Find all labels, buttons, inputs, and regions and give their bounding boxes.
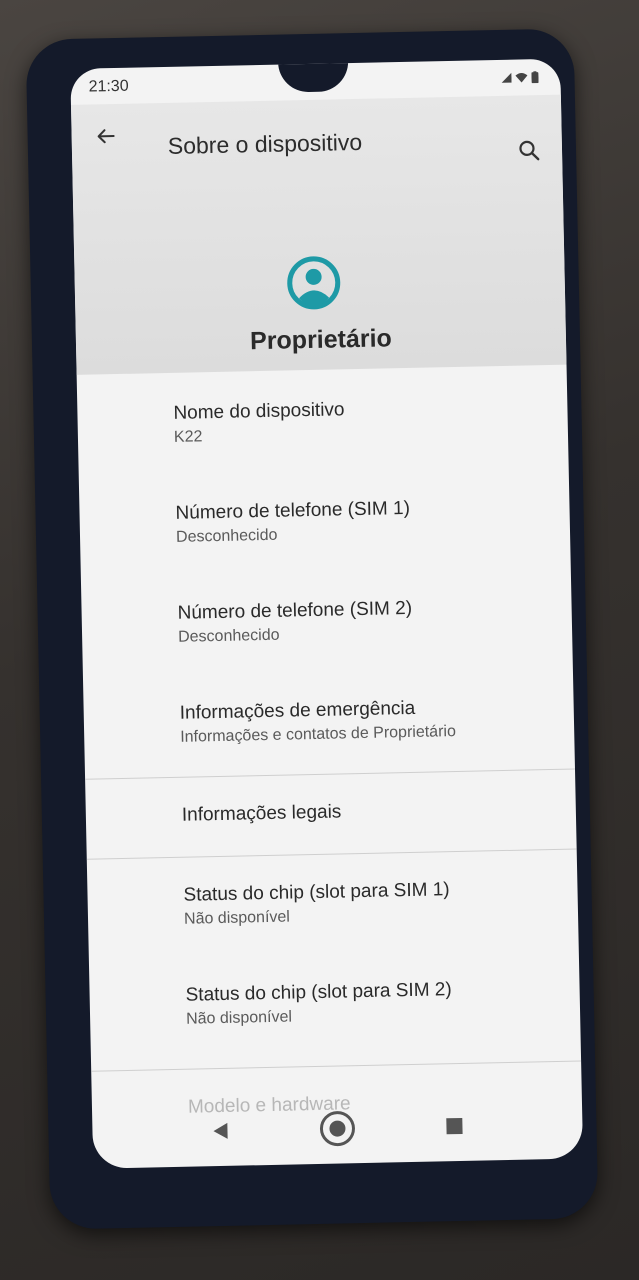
divider (85, 768, 576, 780)
item-title: Informações de emergência (179, 697, 416, 724)
circle-home-icon[interactable] (317, 1108, 358, 1149)
arrow-left-icon (97, 129, 115, 144)
owner-label: Proprietário (249, 324, 393, 356)
item-title: Status do chip (slot para SIM 1) (183, 879, 450, 906)
status-time: 21:30 (88, 77, 129, 96)
account-circle-icon[interactable] (286, 255, 341, 310)
square-recent-icon[interactable] (443, 1115, 465, 1137)
search-icon (519, 140, 540, 161)
wifi-icon (515, 72, 528, 83)
triangle-back-icon[interactable] (209, 1120, 231, 1142)
list-item-emergency-info[interactable]: Informações de emergência Informações e … (180, 695, 565, 747)
item-title: Status do chip (slot para SIM 2) (185, 979, 452, 1006)
list-item-phone-sim2[interactable]: Número de telefone (SIM 2) Desconhecido (177, 595, 562, 647)
item-subtitle: Desconhecido (177, 626, 280, 646)
item-subtitle: K22 (173, 428, 203, 446)
search-button[interactable] (514, 135, 545, 166)
item-title: Nome do dispositivo (173, 399, 345, 424)
signal-icon (501, 72, 512, 83)
phone-body: 21:30 Sobre o dispositivo Proprietário N… (25, 28, 599, 1230)
status-icons (501, 71, 539, 84)
item-title: Número de telefone (SIM 2) (177, 597, 413, 624)
page-header: Sobre o dispositivo Proprietário (70, 94, 567, 375)
page-title: Sobre o dispositivo (167, 128, 363, 159)
item-subtitle: Desconhecido (175, 526, 278, 546)
list-item-sim2-status[interactable]: Status do chip (slot para SIM 2) Não dis… (185, 977, 570, 1029)
list-item-phone-sim1[interactable]: Número de telefone (SIM 1) Desconhecido (175, 495, 560, 547)
list-item-legal-info[interactable]: Informações legais (182, 797, 566, 827)
item-subtitle: Não disponível (185, 1008, 293, 1028)
item-title: Informações legais (181, 801, 342, 826)
item-title: Número de telefone (SIM 1) (175, 497, 411, 524)
list-item-sim1-status[interactable]: Status do chip (slot para SIM 1) Não dis… (183, 877, 568, 929)
navigation-bar (92, 1088, 583, 1168)
battery-icon (531, 71, 539, 84)
divider (91, 1060, 582, 1072)
list-item-device-name[interactable]: Nome do dispositivo K22 (173, 395, 558, 447)
item-subtitle: Informações e contatos de Proprietário (180, 723, 457, 746)
item-subtitle: Não disponível (183, 908, 291, 928)
divider (86, 848, 577, 860)
back-button[interactable] (89, 120, 122, 153)
phone-screen: 21:30 Sobre o dispositivo Proprietário N… (70, 58, 584, 1169)
